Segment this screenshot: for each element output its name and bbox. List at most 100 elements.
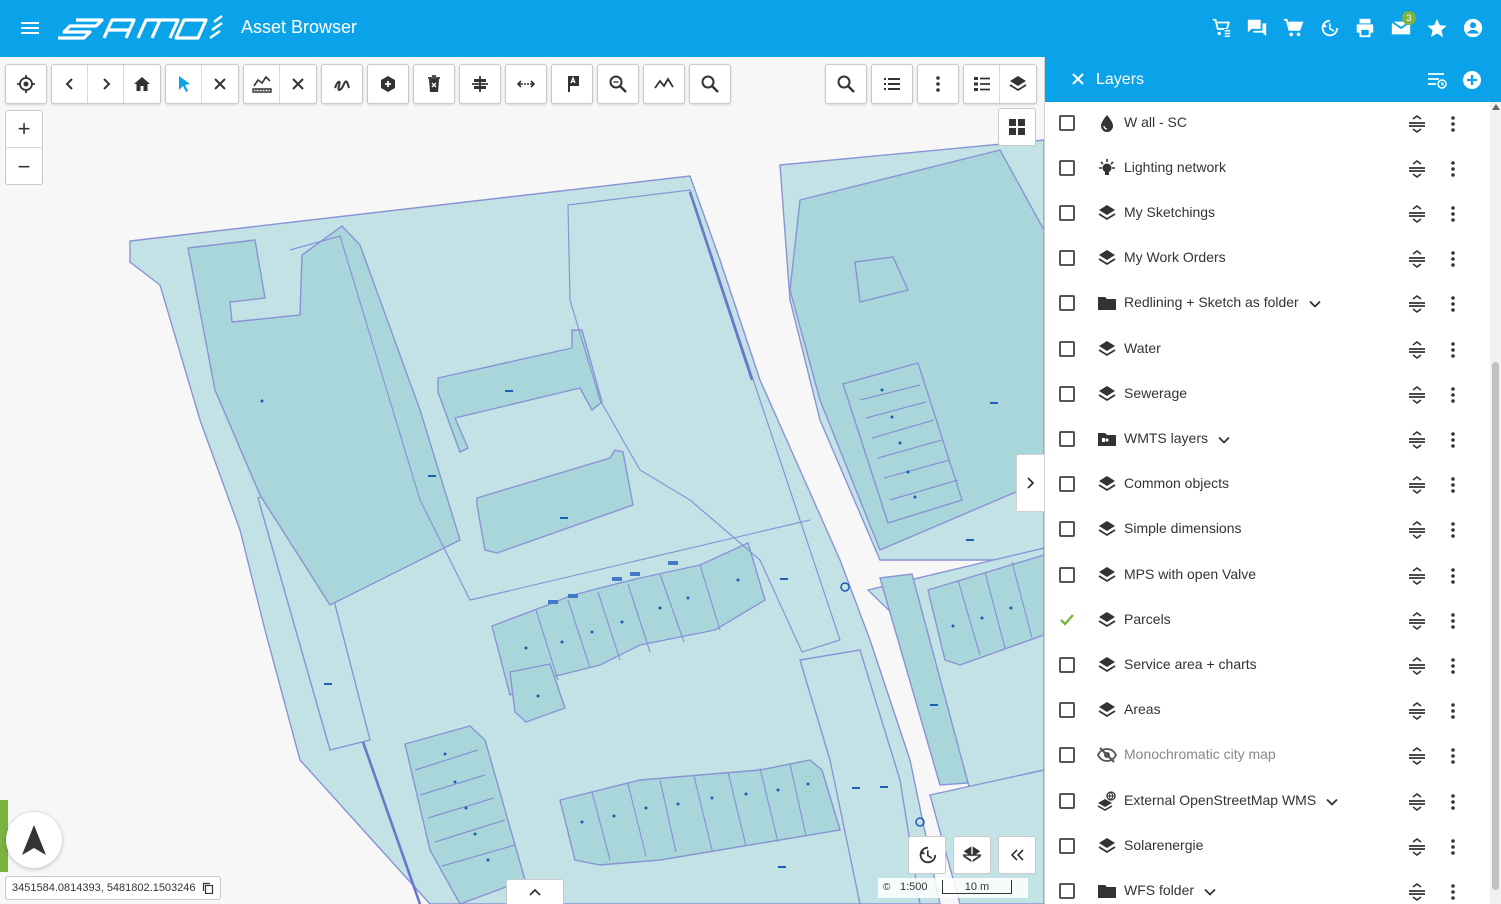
layer-row[interactable]: WFS folder — [1045, 870, 1491, 904]
layer-row[interactable]: Parcels — [1045, 599, 1491, 644]
account-icon[interactable] — [1459, 12, 1487, 44]
add-object-icon[interactable] — [368, 65, 408, 103]
more-vert-icon[interactable] — [1443, 700, 1463, 722]
layer-opacity-icon[interactable] — [1405, 837, 1429, 857]
layer-visibility-checkbox[interactable] — [1059, 793, 1075, 809]
sketch-icon[interactable] — [322, 65, 362, 103]
more-vert-icon[interactable] — [1443, 429, 1463, 451]
chat-icon[interactable] — [1243, 12, 1271, 44]
layer-visibility-checkbox[interactable] — [1059, 612, 1075, 628]
panel-toggle-button[interactable] — [1016, 454, 1044, 512]
north-arrow-button[interactable] — [6, 812, 62, 868]
more-vert-icon[interactable] — [1443, 158, 1463, 180]
layer-row[interactable]: External OpenStreetMap WMS — [1045, 780, 1491, 825]
star-icon[interactable] — [1423, 12, 1451, 44]
layer-row[interactable]: Monochromatic city map — [1045, 734, 1491, 779]
layer-opacity-icon[interactable] — [1405, 656, 1429, 676]
more-vert-icon[interactable] — [1443, 339, 1463, 361]
layer-opacity-icon[interactable] — [1405, 249, 1429, 269]
layer-visibility-checkbox[interactable] — [1059, 250, 1075, 266]
layer-visibility-checkbox[interactable] — [1059, 567, 1075, 583]
delete-icon[interactable] — [414, 65, 454, 103]
close-icon[interactable] — [1069, 70, 1087, 88]
print-icon[interactable] — [1351, 12, 1379, 44]
layer-opacity-icon[interactable] — [1405, 611, 1429, 631]
history-icon[interactable] — [1315, 12, 1343, 44]
chevron-down-icon[interactable] — [1326, 793, 1338, 809]
bottom-panel-toggle[interactable] — [506, 879, 564, 904]
more-vert-icon[interactable] — [1443, 293, 1463, 315]
more-vert-icon[interactable] — [1443, 836, 1463, 858]
layer-visibility-checkbox[interactable] — [1059, 838, 1075, 854]
basemap-grid-button[interactable] — [998, 108, 1036, 146]
layer-filter-icon[interactable] — [1425, 68, 1449, 92]
layer-opacity-icon[interactable] — [1405, 746, 1429, 766]
profile-icon[interactable] — [644, 65, 684, 103]
chevron-down-icon[interactable] — [1218, 431, 1230, 447]
more-vert-icon[interactable] — [1443, 474, 1463, 496]
add-layer-icon[interactable] — [1460, 68, 1484, 92]
layer-opacity-icon[interactable] — [1405, 159, 1429, 179]
layers-icon[interactable] — [1000, 65, 1036, 103]
layer-opacity-icon[interactable] — [1405, 340, 1429, 360]
layer-list-scrollbar[interactable] — [1490, 102, 1501, 904]
layer-row[interactable]: Water — [1045, 328, 1491, 373]
cart-icon[interactable] — [1279, 12, 1307, 44]
layer-opacity-icon[interactable] — [1405, 701, 1429, 721]
home-icon[interactable] — [124, 65, 160, 103]
layer-visibility-checkbox[interactable] — [1059, 476, 1075, 492]
layer-visibility-checkbox[interactable] — [1059, 160, 1075, 176]
mail-icon[interactable]: 3 — [1387, 11, 1416, 44]
map-canvas[interactable] — [0, 57, 1044, 904]
layer-visibility-checkbox[interactable] — [1059, 883, 1075, 899]
layer-row[interactable]: W all - SC — [1045, 102, 1491, 147]
layer-row[interactable]: Redlining + Sketch as folder — [1045, 282, 1491, 327]
more-vert-icon[interactable] — [918, 65, 958, 103]
layer-row[interactable]: My Sketchings — [1045, 192, 1491, 237]
layer-row[interactable]: Common objects — [1045, 463, 1491, 508]
more-vert-icon[interactable] — [1443, 203, 1463, 225]
layer-visibility-checkbox[interactable] — [1059, 115, 1075, 131]
layer-row[interactable]: My Work Orders — [1045, 237, 1491, 282]
more-vert-icon[interactable] — [1443, 113, 1463, 135]
legend-icon[interactable] — [964, 65, 1000, 103]
chevron-left-icon[interactable] — [52, 65, 88, 103]
layer-opacity-icon[interactable] — [1405, 566, 1429, 586]
more-vert-icon[interactable] — [1443, 610, 1463, 632]
layer-opacity-icon[interactable] — [1405, 204, 1429, 224]
chevron-down-icon[interactable] — [1309, 295, 1321, 311]
zoom-out-button[interactable]: − — [6, 148, 42, 185]
scroll-up-arrow[interactable] — [1492, 104, 1500, 110]
layer-row[interactable]: Lighting network — [1045, 147, 1491, 192]
add-to-cart-icon[interactable] — [1207, 12, 1235, 44]
dimension-icon[interactable] — [506, 65, 546, 103]
more-vert-icon[interactable] — [1443, 384, 1463, 406]
more-vert-icon[interactable] — [1443, 565, 1463, 587]
layer-opacity-icon[interactable] — [1405, 294, 1429, 314]
zoom-in-button[interactable]: + — [6, 111, 42, 148]
collapse-button[interactable] — [998, 836, 1036, 874]
more-vert-icon[interactable] — [1443, 655, 1463, 677]
layer-visibility-checkbox[interactable] — [1059, 341, 1075, 357]
layer-opacity-icon[interactable] — [1405, 385, 1429, 405]
layer-opacity-icon[interactable] — [1405, 520, 1429, 540]
more-vert-icon[interactable] — [1443, 881, 1463, 903]
layer-opacity-icon[interactable] — [1405, 430, 1429, 450]
menu-icon[interactable] — [18, 17, 42, 39]
scroll-thumb[interactable] — [1492, 362, 1499, 890]
layer-visibility-checkbox[interactable] — [1059, 702, 1075, 718]
layer-opacity-icon[interactable] — [1405, 114, 1429, 134]
zoom-search-icon[interactable] — [598, 65, 638, 103]
layer-visibility-checkbox[interactable] — [1059, 747, 1075, 763]
layer-visibility-checkbox[interactable] — [1059, 657, 1075, 673]
search-icon[interactable] — [826, 65, 866, 103]
split-icon[interactable] — [460, 65, 500, 103]
chevron-down-icon[interactable] — [1204, 883, 1216, 899]
measure-icon[interactable] — [244, 65, 280, 103]
layer-visibility-checkbox[interactable] — [1059, 295, 1075, 311]
locate-icon[interactable] — [6, 65, 46, 103]
layer-compare-button[interactable] — [953, 836, 991, 874]
list-icon[interactable] — [872, 65, 912, 103]
layer-row[interactable]: Areas — [1045, 689, 1491, 734]
layer-opacity-icon[interactable] — [1405, 792, 1429, 812]
